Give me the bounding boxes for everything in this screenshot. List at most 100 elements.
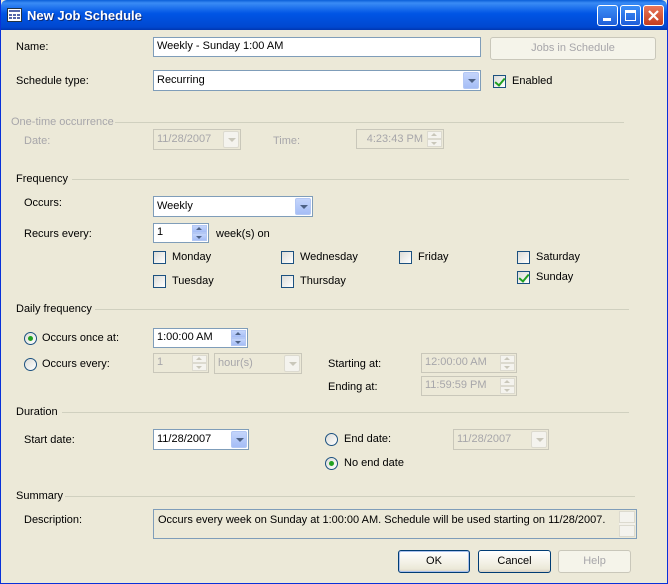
ending-at-label: Ending at: xyxy=(328,381,378,393)
daily-frequency-divider xyxy=(95,309,629,310)
schedule-type-dropdown[interactable]: Recurring xyxy=(153,70,481,91)
title-bar[interactable]: New Job Schedule xyxy=(1,0,667,30)
starting-spinner[interactable] xyxy=(500,355,515,371)
recurs-unit-label: week(s) on xyxy=(216,228,270,240)
monday-checkbox[interactable] xyxy=(153,251,166,264)
window-title: New Job Schedule xyxy=(27,8,142,23)
summary-header: Summary xyxy=(16,490,64,502)
spin-up-icon xyxy=(231,330,246,338)
thursday-checkbox[interactable] xyxy=(281,275,294,288)
dropdown-arrow-icon[interactable] xyxy=(231,431,247,448)
occurs-every-label: Occurs every: xyxy=(42,358,110,370)
dropdown-arrow-icon[interactable] xyxy=(295,198,311,215)
close-button[interactable] xyxy=(643,5,664,26)
end-date-radio[interactable] xyxy=(325,433,338,446)
ok-button[interactable]: OK xyxy=(398,550,470,573)
scroll-down-icon[interactable] xyxy=(619,525,635,537)
time-spinner[interactable] xyxy=(427,131,442,147)
spin-up-icon xyxy=(427,131,442,139)
description-textbox[interactable]: Occurs every week on Sunday at 1:00:00 A… xyxy=(153,509,637,539)
schedule-type-label: Schedule type: xyxy=(16,75,89,87)
help-button[interactable]: Help xyxy=(558,550,631,573)
jobs-in-schedule-button[interactable]: Jobs in Schedule xyxy=(490,37,656,60)
occurs-value: Weekly xyxy=(157,200,193,212)
occurs-once-label: Occurs once at: xyxy=(42,332,120,344)
new-job-schedule-dialog: New Job Schedule Name: Weekly - Sunday 1… xyxy=(0,0,668,584)
occurs-once-time-value: 1:00:00 AM xyxy=(157,331,213,343)
scroll-up-icon[interactable] xyxy=(619,511,635,523)
recurs-spinner[interactable] xyxy=(192,225,207,241)
minimize-icon xyxy=(603,18,611,21)
starting-at-field[interactable]: 12:00:00 AM xyxy=(421,353,517,373)
start-date-label: Start date: xyxy=(24,434,75,446)
close-icon xyxy=(648,10,659,21)
schedule-type-value: Recurring xyxy=(157,74,205,86)
spin-up-icon xyxy=(192,225,207,233)
spin-down-icon xyxy=(192,363,207,371)
occurs-dropdown[interactable]: Weekly xyxy=(153,196,313,217)
occurs-every-value: 1 xyxy=(157,356,164,368)
spin-up-icon xyxy=(500,355,515,363)
spin-down-icon xyxy=(500,363,515,371)
wednesday-checkbox[interactable] xyxy=(281,251,294,264)
occurs-every-radio[interactable] xyxy=(24,358,37,371)
one-time-divider xyxy=(115,122,624,123)
spin-down-icon xyxy=(427,139,442,147)
every-spinner[interactable] xyxy=(192,355,207,371)
occurs-once-time-field[interactable]: 1:00:00 AM xyxy=(153,328,248,348)
one-time-header: One-time occurrence xyxy=(11,116,114,128)
saturday-checkbox[interactable] xyxy=(517,251,530,264)
wednesday-label: Wednesday xyxy=(300,251,358,263)
ending-spinner[interactable] xyxy=(500,378,515,394)
monday-label: Monday xyxy=(172,251,212,263)
starting-at-value: 12:00:00 AM xyxy=(425,356,487,368)
minimize-button[interactable] xyxy=(597,5,618,26)
recurs-every-field[interactable]: 1 xyxy=(153,223,209,243)
no-end-date-radio[interactable] xyxy=(325,457,338,470)
name-label: Name: xyxy=(16,41,49,53)
dropdown-arrow-icon[interactable] xyxy=(284,355,300,372)
sunday-checkbox[interactable] xyxy=(517,271,530,284)
spin-down-icon xyxy=(192,233,207,241)
no-end-date-label: No end date xyxy=(344,457,404,469)
name-field[interactable]: Weekly - Sunday 1:00 AM xyxy=(153,37,481,57)
maximize-icon xyxy=(625,10,636,21)
tuesday-checkbox[interactable] xyxy=(153,275,166,288)
frequency-header: Frequency xyxy=(16,173,68,185)
dropdown-arrow-icon[interactable] xyxy=(463,72,479,89)
recurs-every-label: Recurs every: xyxy=(24,228,92,240)
one-time-date-value: 11/28/2007 xyxy=(157,133,212,145)
enabled-checkbox[interactable] xyxy=(493,75,506,88)
start-date-value: 11/28/2007 xyxy=(157,433,212,445)
tuesday-label: Tuesday xyxy=(172,275,214,287)
spin-down-icon xyxy=(231,338,246,346)
end-date-picker[interactable]: 11/28/2007 xyxy=(453,429,549,450)
description-scrollbar[interactable] xyxy=(619,511,635,537)
once-time-spinner[interactable] xyxy=(231,330,246,346)
start-date-picker[interactable]: 11/28/2007 xyxy=(153,429,249,450)
maximize-button[interactable] xyxy=(620,5,641,26)
one-time-time-field[interactable]: 4:23:43 PM xyxy=(356,129,444,149)
occurs-every-field[interactable]: 1 xyxy=(153,353,209,373)
one-time-time-label: Time: xyxy=(273,135,301,147)
occurs-every-unit-dropdown[interactable]: hour(s) xyxy=(214,353,302,374)
one-time-date-label: Date: xyxy=(24,135,51,147)
one-time-date-picker[interactable]: 11/28/2007 xyxy=(153,129,241,150)
duration-divider xyxy=(62,412,629,413)
window-icon xyxy=(7,8,22,22)
spin-down-icon xyxy=(500,386,515,394)
dropdown-arrow-icon[interactable] xyxy=(531,431,547,448)
summary-divider xyxy=(65,496,635,497)
recurs-every-value: 1 xyxy=(157,226,164,238)
daily-frequency-header: Daily frequency xyxy=(16,303,92,315)
occurs-once-radio[interactable] xyxy=(24,332,37,345)
ending-at-field[interactable]: 11:59:59 PM xyxy=(421,376,517,396)
starting-at-label: Starting at: xyxy=(328,358,382,370)
sunday-label: Sunday xyxy=(536,271,574,283)
cancel-button[interactable]: Cancel xyxy=(478,550,551,573)
spin-up-icon xyxy=(500,378,515,386)
dropdown-arrow-icon[interactable] xyxy=(223,131,239,148)
saturday-label: Saturday xyxy=(536,251,581,263)
frequency-divider xyxy=(72,179,629,180)
friday-checkbox[interactable] xyxy=(399,251,412,264)
